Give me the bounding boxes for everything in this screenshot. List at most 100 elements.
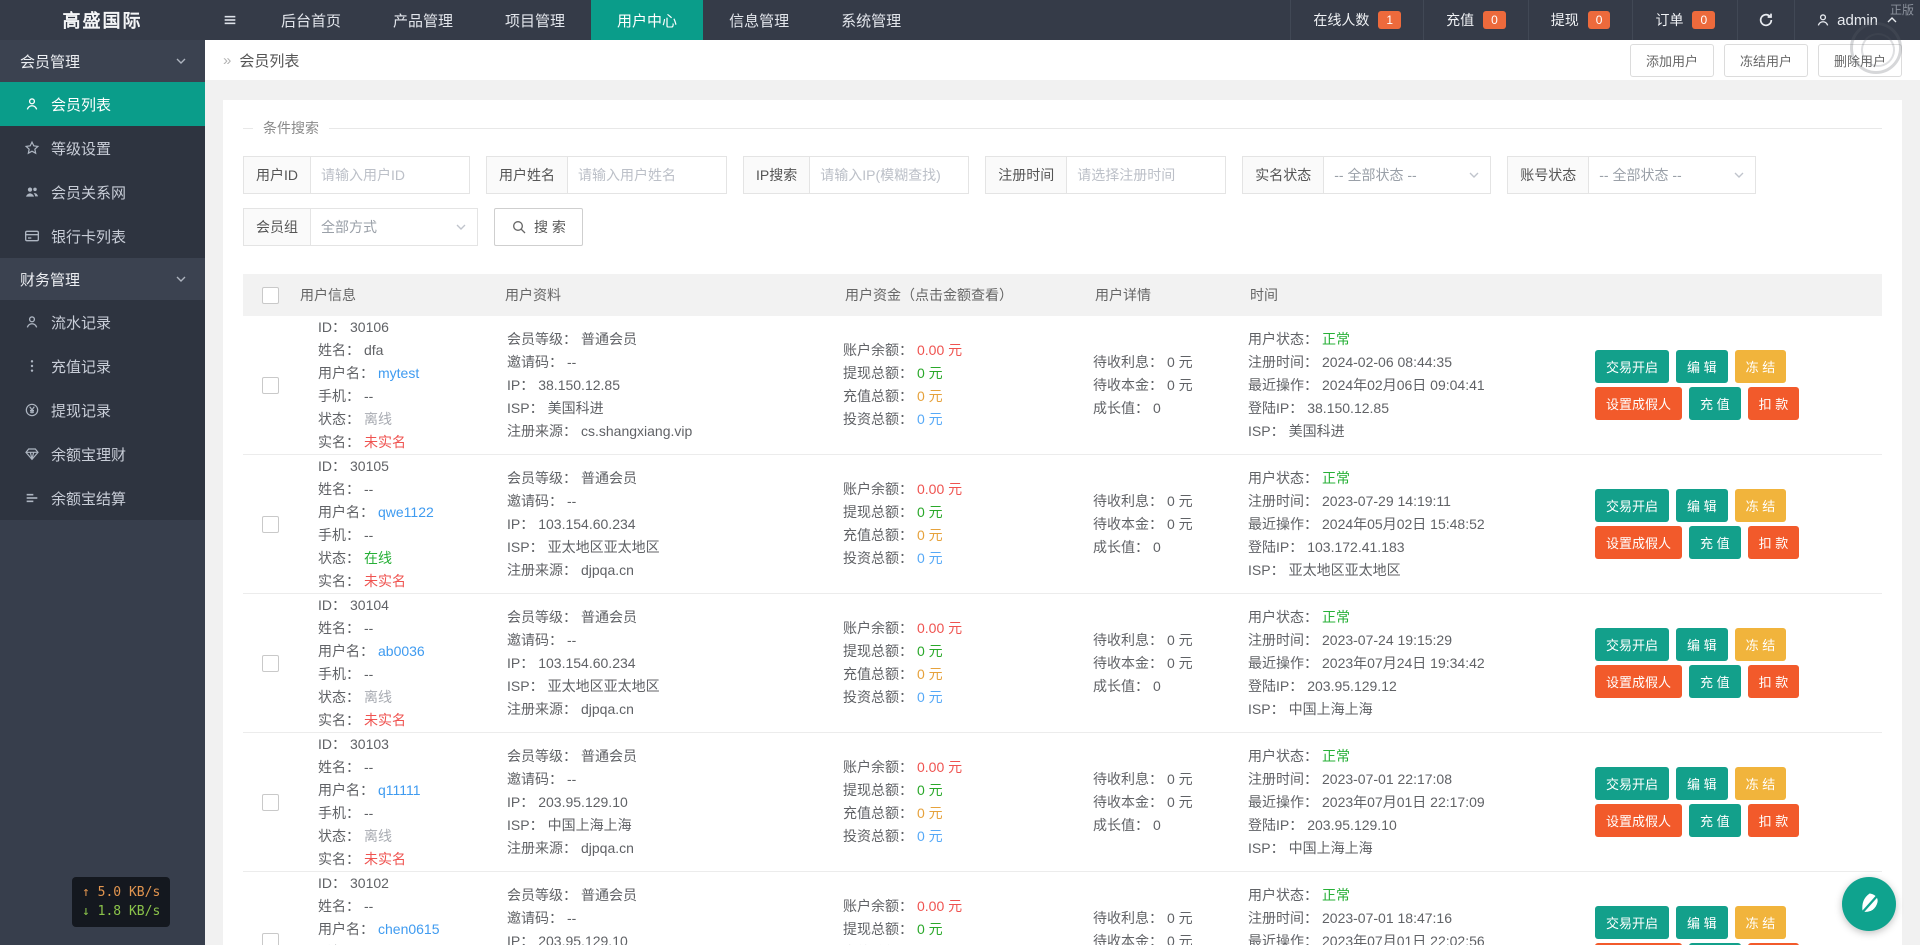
sidebar-item[interactable]: 提现记录 xyxy=(0,388,205,432)
withdraw-total[interactable]: 0 元 xyxy=(917,362,943,385)
edit-button[interactable]: 编 辑 xyxy=(1676,767,1728,800)
account-balance[interactable]: 0.00 元 xyxy=(917,478,962,501)
username-link[interactable]: mytest xyxy=(378,362,419,385)
search-input[interactable]: 请输入用户ID xyxy=(310,156,470,194)
deduct-button[interactable]: 扣 款 xyxy=(1748,804,1800,837)
nav-stat-2[interactable]: 充值0 xyxy=(1423,0,1528,40)
search-input[interactable]: 请输入用户姓名 xyxy=(567,156,727,194)
search-input[interactable]: 请选择注册时间 xyxy=(1066,156,1226,194)
trade-open-button[interactable]: 交易开启 xyxy=(1595,489,1669,522)
deduct-button[interactable]: 扣 款 xyxy=(1748,526,1800,559)
recharge-total[interactable]: 0 元 xyxy=(917,524,943,547)
sidebar-group-header-2[interactable]: 财务管理 xyxy=(0,258,205,300)
recharge-button[interactable]: 充 值 xyxy=(1689,526,1741,559)
nav-stat-4[interactable]: 订单0 xyxy=(1632,0,1737,40)
search-select[interactable]: 全部方式 xyxy=(310,208,478,246)
sidebar-item[interactable]: 流水记录 xyxy=(0,300,205,344)
edit-button[interactable]: 编 辑 xyxy=(1676,350,1728,383)
sidebar-group-header-1[interactable]: 会员管理 xyxy=(0,40,205,82)
account-balance[interactable]: 0.00 元 xyxy=(917,756,962,779)
set-fake-user-button[interactable]: 设置成假人 xyxy=(1595,387,1682,420)
sidebar-item[interactable]: 余额宝结算 xyxy=(0,476,205,520)
sidebar-item[interactable]: 会员列表 xyxy=(0,82,205,126)
refresh-button[interactable] xyxy=(1737,0,1794,40)
withdraw-total[interactable]: 0 元 xyxy=(917,918,943,941)
recharge-button[interactable]: 充 值 xyxy=(1689,665,1741,698)
account-balance[interactable]: 0.00 元 xyxy=(917,339,962,362)
field-label: 充值总额： xyxy=(843,524,913,547)
field-label: 待收利息： xyxy=(1093,907,1163,930)
nav-stat-3[interactable]: 提现0 xyxy=(1528,0,1633,40)
account-balance[interactable]: 0.00 元 xyxy=(917,617,962,640)
recharge-total[interactable]: 0 元 xyxy=(917,385,943,408)
set-fake-user-button[interactable]: 设置成假人 xyxy=(1595,526,1682,559)
set-fake-user-button[interactable]: 设置成假人 xyxy=(1595,804,1682,837)
search-select[interactable]: -- 全部状态 -- xyxy=(1323,156,1491,194)
sidebar-toggle-button[interactable] xyxy=(205,0,255,40)
recharge-total[interactable]: 0 元 xyxy=(917,663,943,686)
deduct-button[interactable]: 扣 款 xyxy=(1748,387,1800,420)
edit-button[interactable]: 编 辑 xyxy=(1676,628,1728,661)
invest-total[interactable]: 0 元 xyxy=(917,825,943,848)
username-link[interactable]: q11111 xyxy=(378,779,421,802)
username-link[interactable]: qwe1122 xyxy=(378,501,434,524)
freeze-user-button[interactable]: 冻结用户 xyxy=(1724,44,1808,77)
field-label: 登陆IP： xyxy=(1248,397,1303,420)
sidebar-item[interactable]: 会员关系网 xyxy=(0,170,205,214)
nav-tab-2[interactable]: 产品管理 xyxy=(367,0,479,40)
select-all-checkbox[interactable] xyxy=(262,287,279,304)
row-checkbox[interactable] xyxy=(262,655,279,672)
row-checkbox[interactable] xyxy=(262,516,279,533)
trade-open-button[interactable]: 交易开启 xyxy=(1595,628,1669,661)
nav-stat-1[interactable]: 在线人数1 xyxy=(1290,0,1423,40)
field-label: 姓名： xyxy=(318,756,360,779)
member-level: 普通会员 xyxy=(581,328,637,351)
last-operation-time: 2023年07月24日 19:34:42 xyxy=(1322,652,1485,675)
account-balance[interactable]: 0.00 元 xyxy=(917,895,962,918)
recharge-total[interactable]: 0 元 xyxy=(917,802,943,825)
sidebar-item[interactable]: 充值记录 xyxy=(0,344,205,388)
withdraw-total[interactable]: 0 元 xyxy=(917,501,943,524)
freeze-button[interactable]: 冻 结 xyxy=(1735,628,1787,661)
row-checkbox[interactable] xyxy=(262,933,279,945)
username-link[interactable]: ab0036 xyxy=(378,640,425,663)
nav-tab-3[interactable]: 项目管理 xyxy=(479,0,591,40)
sidebar-item[interactable]: 银行卡列表 xyxy=(0,214,205,258)
freeze-button[interactable]: 冻 结 xyxy=(1735,350,1787,383)
row-checkbox[interactable] xyxy=(262,794,279,811)
freeze-button[interactable]: 冻 结 xyxy=(1735,767,1787,800)
search-panel-legend: 条件搜索 xyxy=(253,118,329,138)
recharge-button[interactable]: 充 值 xyxy=(1689,387,1741,420)
username-link[interactable]: chen0615 xyxy=(378,918,440,941)
nav-tab-6[interactable]: 系统管理 xyxy=(815,0,927,40)
nav-tab-1[interactable]: 后台首页 xyxy=(255,0,367,40)
withdraw-total[interactable]: 0 元 xyxy=(917,779,943,802)
set-fake-user-button[interactable]: 设置成假人 xyxy=(1595,665,1682,698)
deduct-button[interactable]: 扣 款 xyxy=(1748,665,1800,698)
edit-button[interactable]: 编 辑 xyxy=(1676,489,1728,522)
sidebar-item[interactable]: 等级设置 xyxy=(0,126,205,170)
top-navbar: 高盛国际 后台首页产品管理项目管理用户中心信息管理系统管理 在线人数1充值0提现… xyxy=(0,0,1920,40)
trade-open-button[interactable]: 交易开启 xyxy=(1595,767,1669,800)
nav-tab-5[interactable]: 信息管理 xyxy=(703,0,815,40)
freeze-button[interactable]: 冻 结 xyxy=(1735,489,1787,522)
freeze-button[interactable]: 冻 结 xyxy=(1735,906,1787,939)
table-header-row: 用户信息 用户资料 用户资金（点击金额查看） 用户详情 时间 xyxy=(243,274,1882,316)
search-select[interactable]: -- 全部状态 -- xyxy=(1588,156,1756,194)
row-checkbox[interactable] xyxy=(262,377,279,394)
trade-open-button[interactable]: 交易开启 xyxy=(1595,350,1669,383)
invest-total[interactable]: 0 元 xyxy=(917,686,943,709)
withdraw-total[interactable]: 0 元 xyxy=(917,640,943,663)
search-input[interactable]: 请输入IP(模糊查找) xyxy=(809,156,969,194)
trade-open-button[interactable]: 交易开启 xyxy=(1595,906,1669,939)
recharge-button[interactable]: 充 值 xyxy=(1689,804,1741,837)
invest-total[interactable]: 0 元 xyxy=(917,408,943,431)
add-user-button[interactable]: 添加用户 xyxy=(1630,44,1714,77)
float-action-button[interactable] xyxy=(1842,877,1896,931)
recharge-total[interactable]: 0 元 xyxy=(917,941,943,945)
edit-button[interactable]: 编 辑 xyxy=(1676,906,1728,939)
invest-total[interactable]: 0 元 xyxy=(917,547,943,570)
sidebar-item[interactable]: 余额宝理财 xyxy=(0,432,205,476)
nav-tab-4[interactable]: 用户中心 xyxy=(591,0,703,40)
search-button[interactable]: 搜 索 xyxy=(494,208,583,246)
